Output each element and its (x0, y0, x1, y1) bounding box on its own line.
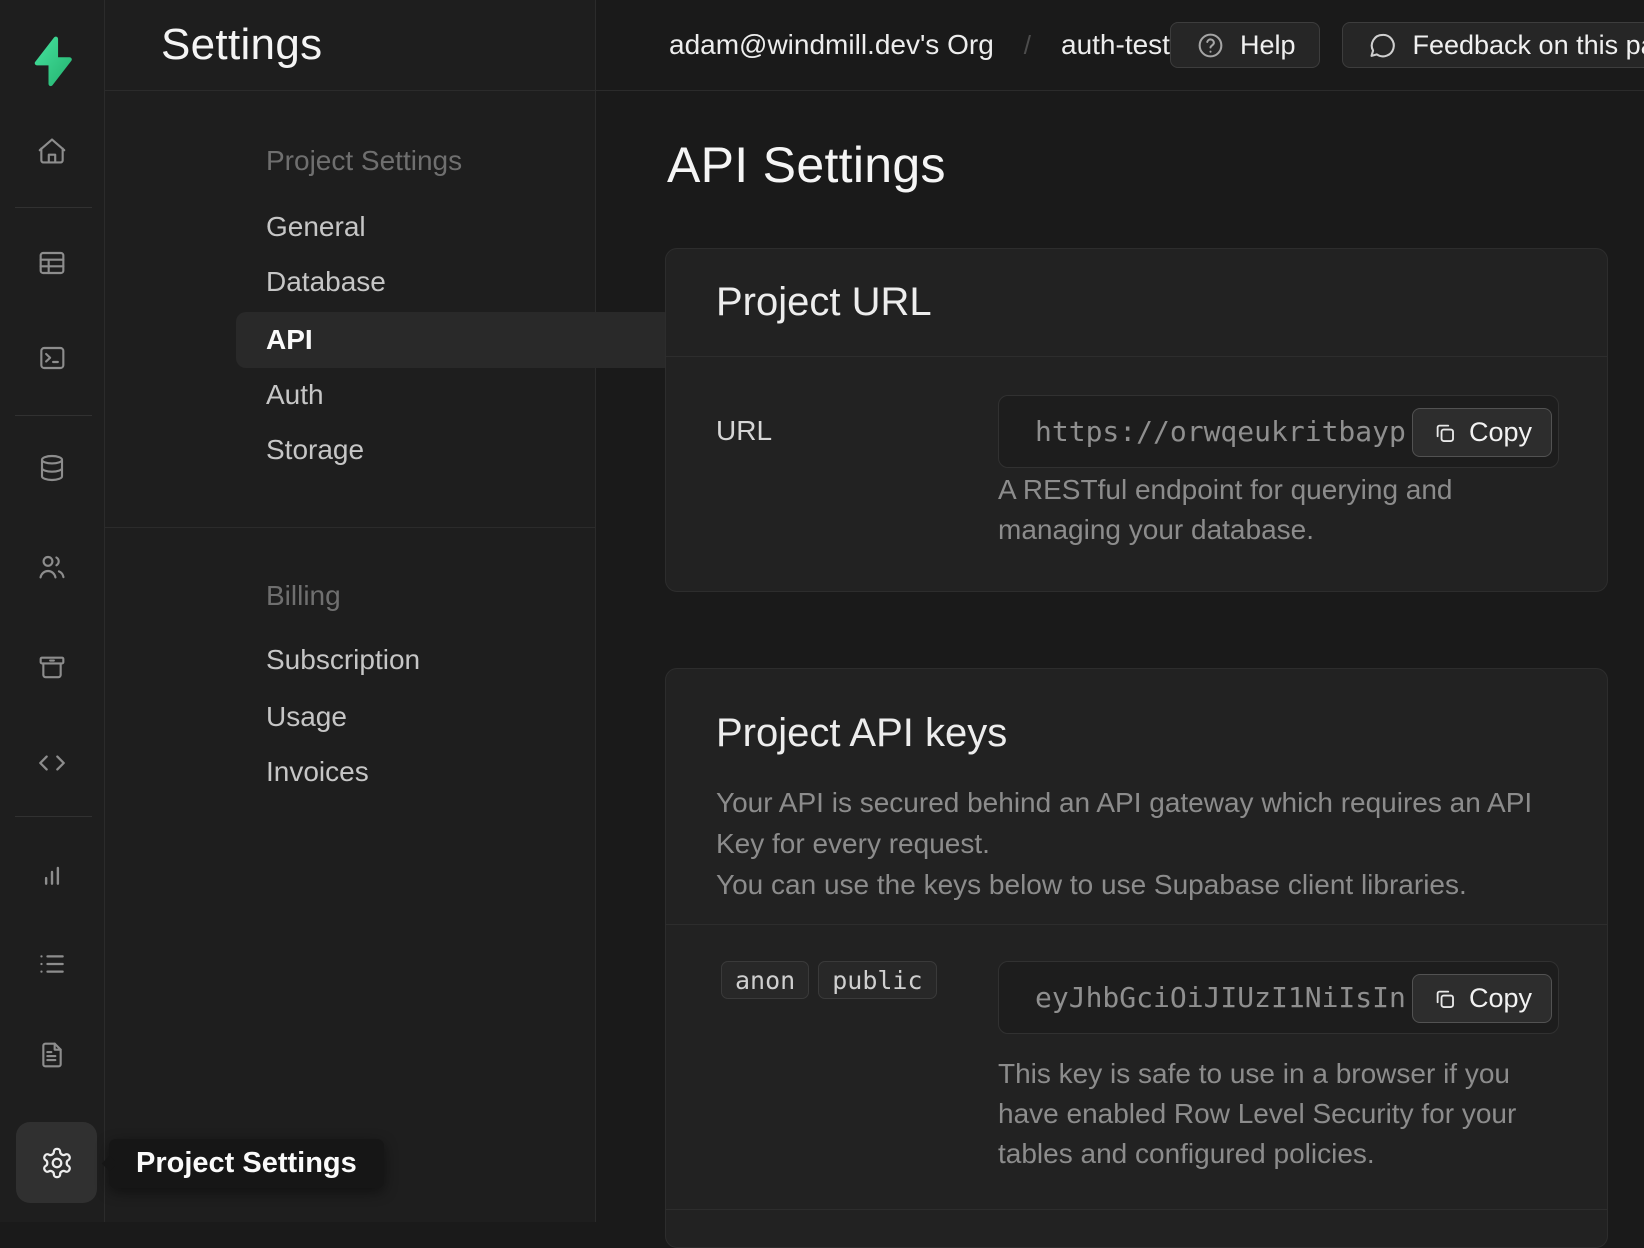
authentication-icon[interactable] (36, 551, 68, 583)
sidebar-item-invoices[interactable]: Invoices (266, 752, 369, 792)
logs-icon[interactable] (36, 948, 68, 980)
sidebar-item-usage[interactable]: Usage (266, 697, 347, 737)
copy-anon-key-label: Copy (1469, 983, 1532, 1014)
settings-sidebar-header: Settings (105, 0, 595, 91)
copy-icon (1432, 420, 1458, 446)
gear-icon (40, 1146, 74, 1180)
breadcrumb-separator: / (1024, 30, 1031, 61)
sidebar-item-general[interactable]: General (266, 207, 366, 247)
api-keys-card-title: Project API keys (716, 711, 1557, 756)
breadcrumb-project[interactable]: auth-test (1061, 29, 1170, 61)
project-settings-tooltip: Project Settings (109, 1139, 384, 1188)
card-divider (666, 924, 1607, 925)
badge-anon: anon (721, 961, 809, 999)
reports-icon[interactable] (36, 860, 68, 892)
storage-icon[interactable] (36, 651, 68, 683)
rail-divider (15, 816, 92, 817)
settings-sidebar: Settings Project Settings General Databa… (105, 0, 596, 1222)
copy-url-label: Copy (1469, 417, 1532, 448)
docs-icon[interactable] (36, 1039, 68, 1071)
sidebar-item-subscription[interactable]: Subscription (266, 640, 420, 680)
sidebar-item-storage[interactable]: Storage (266, 430, 364, 470)
breadcrumb-org[interactable]: adam@windmill.dev's Org (669, 29, 994, 61)
project-url-value: https://orwqeukritbayp (1035, 415, 1406, 448)
api-keys-description-2: You can use the keys below to use Supaba… (716, 864, 1534, 905)
main-content: adam@windmill.dev's Org / auth-test Help (596, 0, 1644, 1222)
url-description: A RESTful endpoint for querying and mana… (998, 470, 1476, 550)
rail-divider (15, 207, 92, 208)
help-button[interactable]: Help (1170, 22, 1321, 68)
project-url-card-title: Project URL (666, 249, 1607, 357)
rail-divider (15, 415, 92, 416)
help-circle-icon (1195, 30, 1226, 61)
copy-icon (1432, 986, 1458, 1012)
anon-key-value: eyJhbGciOiJIUzI1NiIsIn (1035, 981, 1406, 1014)
key-badges: anon public (721, 961, 937, 999)
tooltip-label: Project Settings (136, 1147, 357, 1180)
edge-functions-icon[interactable] (36, 747, 68, 779)
section-label-project-settings: Project Settings (266, 145, 462, 177)
icon-rail (0, 0, 105, 1222)
sql-editor-icon[interactable] (36, 342, 68, 374)
help-button-label: Help (1240, 30, 1296, 61)
page-title: API Settings (667, 136, 946, 194)
url-row-label: URL (716, 415, 772, 447)
sidebar-divider (105, 527, 595, 528)
speech-bubble-icon (1367, 30, 1398, 61)
database-icon[interactable] (36, 452, 68, 484)
top-bar: adam@windmill.dev's Org / auth-test Help (596, 0, 1644, 91)
table-editor-icon[interactable] (36, 247, 68, 279)
api-keys-description-1: Your API is secured behind an API gatewa… (716, 782, 1534, 864)
project-api-keys-card: Project API keys Your API is secured beh… (665, 668, 1608, 1248)
sidebar-title: Settings (161, 20, 322, 70)
supabase-logo-icon (24, 33, 80, 89)
section-label-billing: Billing (266, 580, 341, 612)
supabase-logo[interactable] (24, 33, 80, 89)
badge-public: public (818, 961, 936, 999)
feedback-button-label: Feedback on this page? (1412, 30, 1644, 61)
card-divider (666, 1209, 1607, 1210)
project-settings-rail-item[interactable] (16, 1122, 97, 1203)
feedback-button[interactable]: Feedback on this page? (1342, 22, 1644, 68)
sidebar-item-database[interactable]: Database (266, 262, 386, 302)
copy-url-button[interactable]: Copy (1412, 408, 1552, 457)
home-icon[interactable] (36, 135, 68, 167)
sidebar-item-auth[interactable]: Auth (266, 375, 324, 415)
project-url-card: Project URL URL https://orwqeukritbayp C… (665, 248, 1608, 592)
anon-key-description: This key is safe to use in a browser if … (998, 1054, 1566, 1174)
copy-anon-key-button[interactable]: Copy (1412, 974, 1552, 1023)
